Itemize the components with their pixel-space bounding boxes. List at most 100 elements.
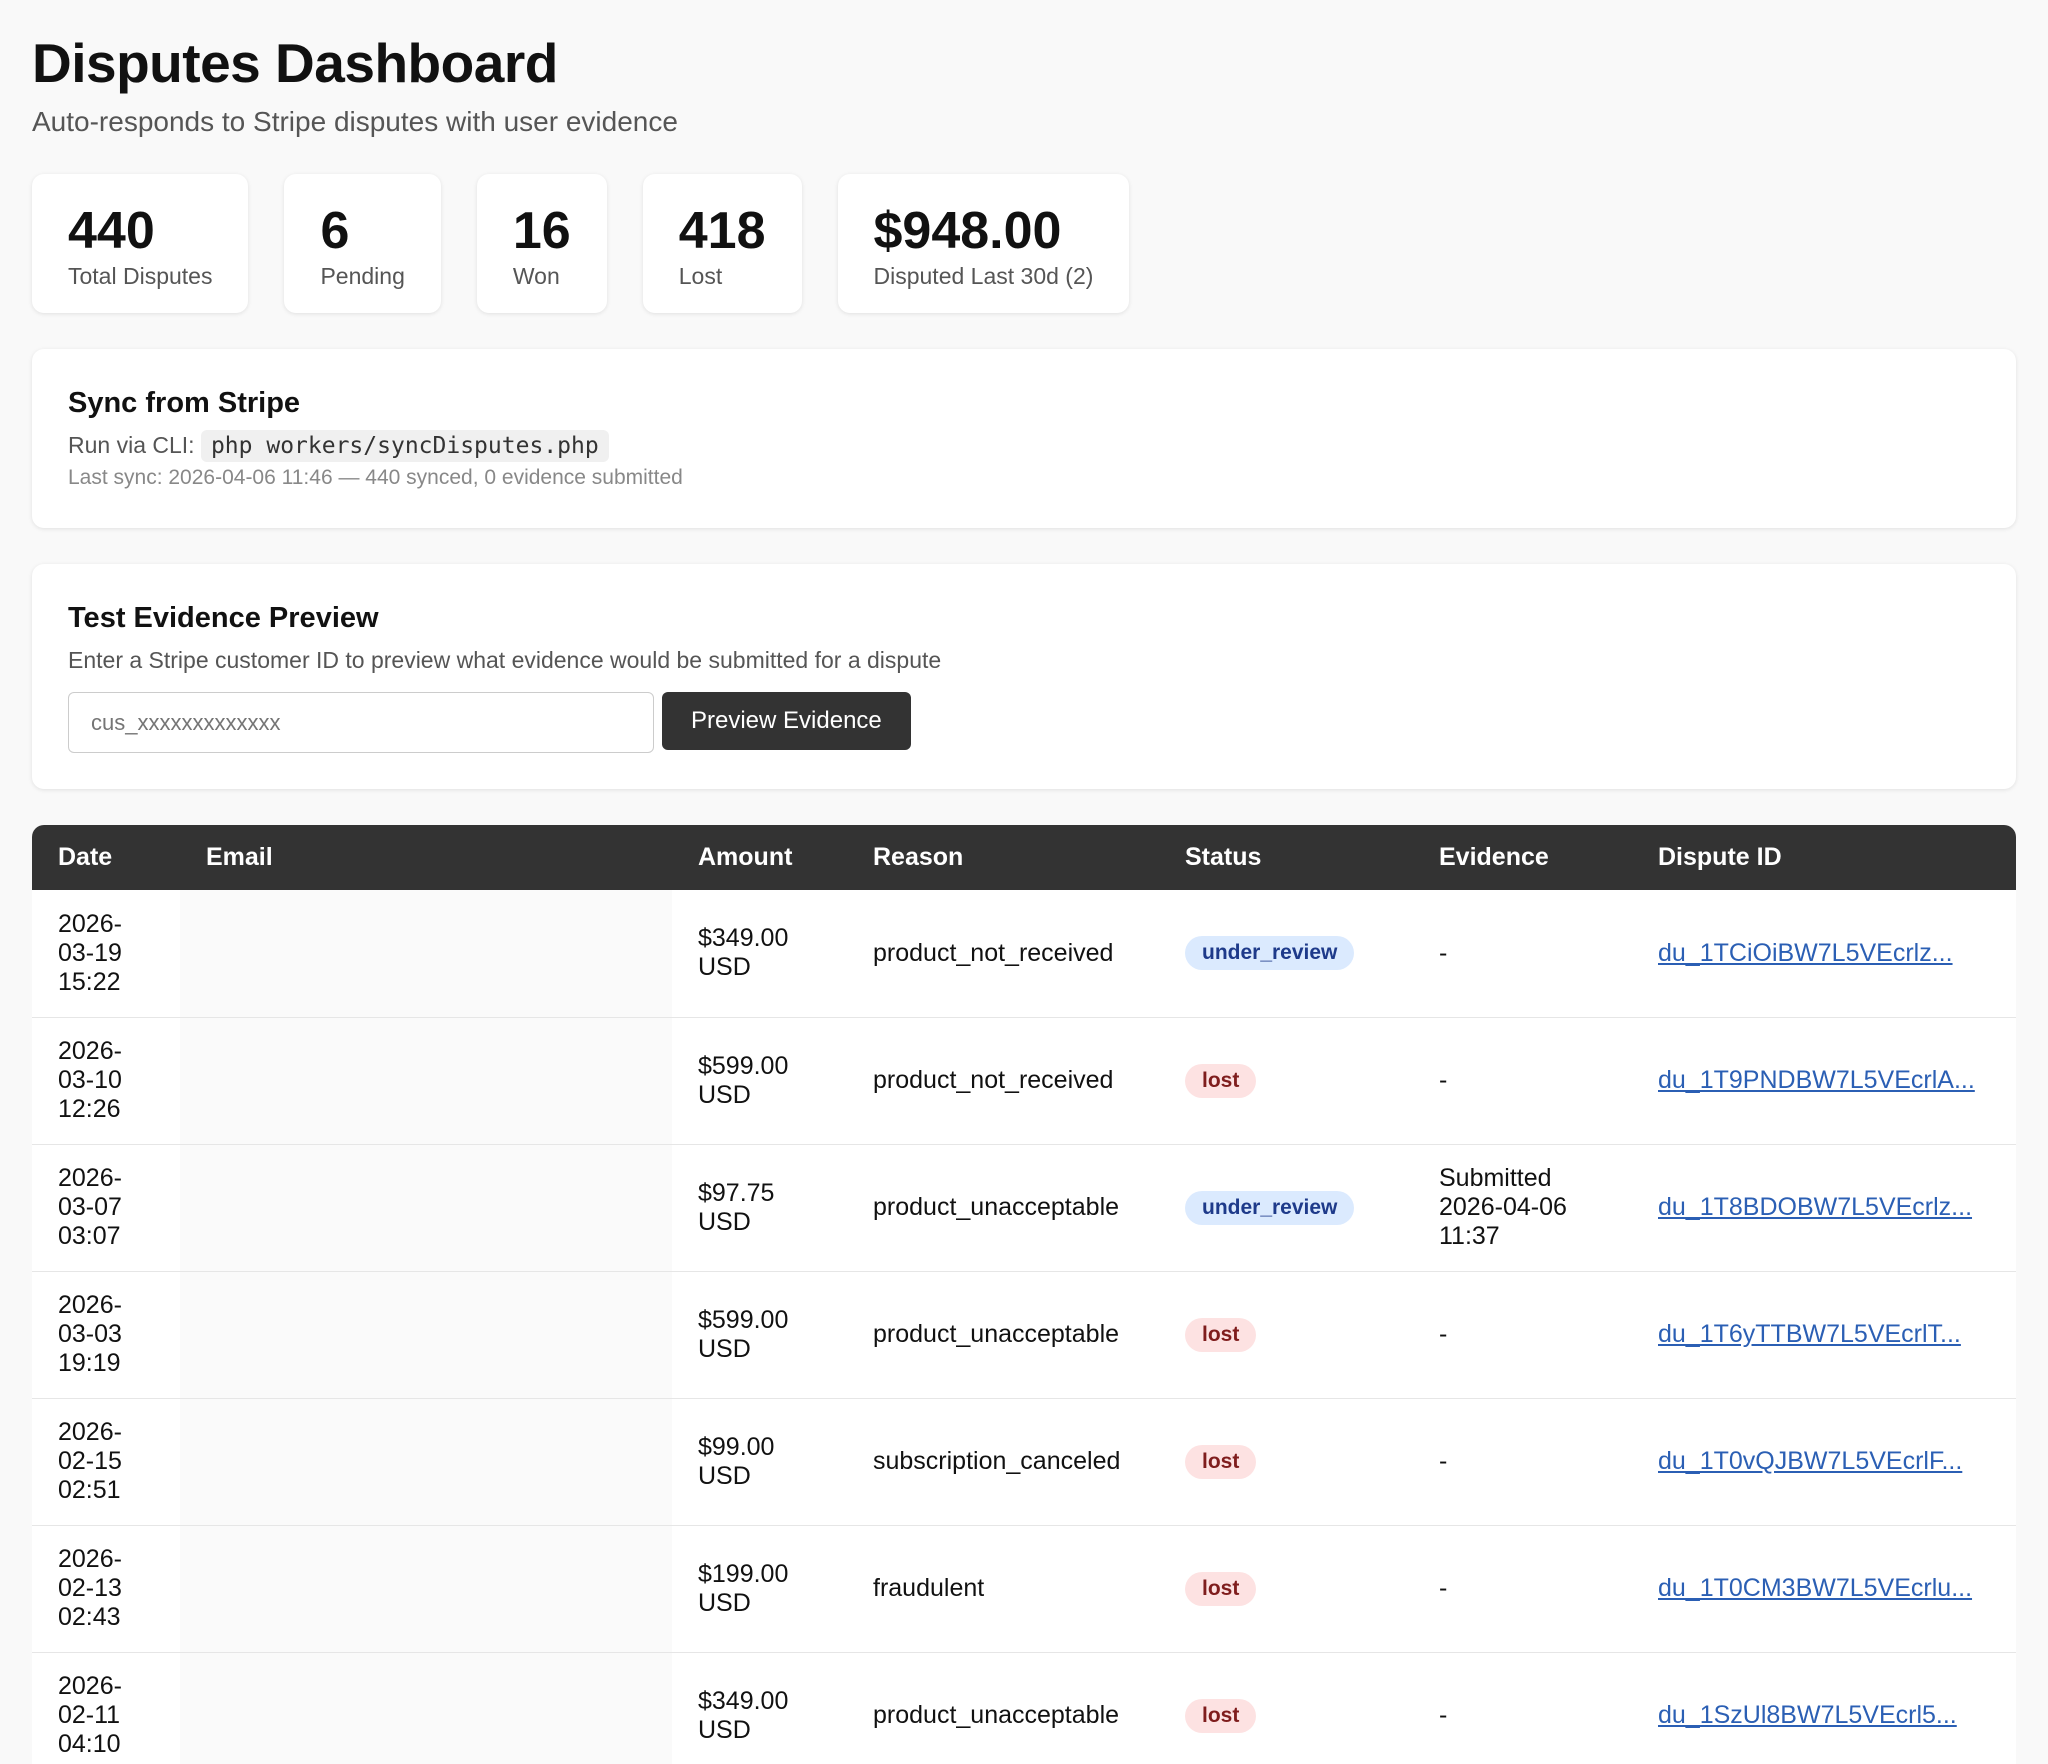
amount-line: $599.00 xyxy=(698,1051,789,1080)
amount-line: $99.00 xyxy=(698,1432,775,1461)
cell-reason: product_unacceptable xyxy=(847,1271,1159,1399)
evidence-line: - xyxy=(1439,1066,1448,1094)
cell-status: lost xyxy=(1159,1652,1413,1764)
page-title: Disputes Dashboard xyxy=(32,32,558,94)
table-row: 2026- 02-11 04:10 $349.00 USD product_unaccep… xyxy=(32,1652,2016,1764)
cell-date: 2026- 03-19 15:22 xyxy=(32,890,180,1018)
cell-reason: subscription_canceled xyxy=(847,1398,1159,1526)
amount-line: USD xyxy=(698,1207,751,1236)
column-header-date: Date xyxy=(58,843,113,871)
cell-date: 2026- 02-13 02:43 xyxy=(32,1525,180,1653)
cell-reason: product_not_received xyxy=(847,890,1159,1018)
status-badge: under_review xyxy=(1185,1190,1355,1225)
date-line: 2026- xyxy=(58,909,122,938)
cell-date: 2026- 02-15 02:51 xyxy=(32,1398,180,1526)
cell-amount: $349.00 USD xyxy=(672,890,847,1018)
table-row: 2026- 02-15 02:51 $99.00 USD subscription_can… xyxy=(32,1398,2016,1526)
evidence-line: - xyxy=(1439,1574,1448,1602)
cell-amount: $349.00 USD xyxy=(672,1652,847,1764)
date-line: 02-15 xyxy=(58,1447,122,1475)
date-line: 03-07 xyxy=(58,1193,122,1221)
amount-line: USD xyxy=(698,953,751,982)
cell-reason: product_unacceptable xyxy=(847,1144,1159,1272)
cell-dispute-id: du_1T0vQJBW7L5VEcrlF... xyxy=(1632,1398,2016,1526)
dispute-id-link[interactable]: du_1SzUl8BW7L5VEcrl5... xyxy=(1658,1701,1957,1729)
cell-email xyxy=(180,1271,672,1399)
stat-label: Disputed Last 30d (2) xyxy=(873,263,1094,289)
sync-title: Sync from Stripe xyxy=(68,387,301,419)
cell-amount: $599.00 USD xyxy=(672,1271,847,1399)
column-header-email: Email xyxy=(206,843,273,871)
dispute-id-link[interactable]: du_1T0vQJBW7L5VEcrlF... xyxy=(1658,1447,1962,1475)
amount-line: $349.00 xyxy=(698,924,789,953)
last-sync-text: Last sync: 2026-04-06 11:46 — 440 synced… xyxy=(68,466,683,489)
dispute-id-link[interactable]: du_1T9PNDBW7L5VEcrlA... xyxy=(1658,1066,1975,1094)
preview-description: Enter a Stripe customer ID to preview wh… xyxy=(68,647,942,673)
dispute-id-link[interactable]: du_1TCiOiBW7L5VEcrlz... xyxy=(1658,939,1953,967)
evidence-line: - xyxy=(1439,1701,1448,1729)
cell-amount: $97.75 USD xyxy=(672,1144,847,1272)
dispute-id-link[interactable]: du_1T6yTTBW7L5VEcrlT... xyxy=(1658,1320,1961,1348)
table-row: 2026- 03-03 19:19 $599.00 USD product_unaccep… xyxy=(32,1271,2016,1399)
cell-status: under_review xyxy=(1159,890,1413,1018)
cell-evidence: - xyxy=(1413,1017,1632,1145)
cell-evidence: - xyxy=(1413,890,1632,1018)
stat-value: 440 xyxy=(68,202,155,260)
table-row: 2026- 03-19 15:22 $349.00 USD product_not_rec… xyxy=(32,890,2016,1018)
stat-label: Won xyxy=(512,263,560,289)
amount-line: USD xyxy=(698,1588,751,1617)
cell-date: 2026- 03-03 19:19 xyxy=(32,1271,180,1399)
customer-id-input[interactable] xyxy=(68,692,654,753)
preview-evidence-button[interactable]: Preview Evidence xyxy=(662,692,911,750)
column-header-dispute-id: Dispute ID xyxy=(1658,843,1782,871)
amount-line: USD xyxy=(698,1715,751,1744)
dispute-id-link[interactable]: du_1T0CM3BW7L5VEcrlu... xyxy=(1658,1574,1972,1602)
preview-form: Preview Evidence xyxy=(68,692,1980,753)
cell-email xyxy=(180,1525,672,1653)
evidence-line: - xyxy=(1439,938,1448,967)
date-line: 02-11 xyxy=(58,1701,121,1729)
evidence-line: - xyxy=(1439,1320,1448,1348)
dispute-id-link[interactable]: du_1T8BDOBW7L5VEcrlz... xyxy=(1658,1193,1972,1221)
date-line: 02:43 xyxy=(58,1603,121,1631)
date-line: 03:07 xyxy=(58,1222,121,1250)
cell-evidence: - xyxy=(1413,1398,1632,1526)
column-header-amount: Amount xyxy=(698,843,793,871)
cell-dispute-id: du_1SzUl8BW7L5VEcrl5... xyxy=(1632,1652,2016,1764)
stat-label: Total Disputes xyxy=(68,263,213,289)
cell-date: 2026- 03-10 12:26 xyxy=(32,1017,180,1145)
status-badge: under_review xyxy=(1185,936,1355,971)
cell-dispute-id: du_1TCiOiBW7L5VEcrlz... xyxy=(1632,890,2016,1018)
table-row: 2026- 03-07 03:07 $97.75 USD product_unaccept… xyxy=(32,1144,2016,1272)
cell-amount: $199.00 USD xyxy=(672,1525,847,1653)
stats-row: 440 Total Disputes 6 Pending 16 Won 418 … xyxy=(32,174,2016,313)
date-line: 03-10 xyxy=(58,1066,122,1094)
cell-dispute-id: du_1T9PNDBW7L5VEcrlA... xyxy=(1632,1017,2016,1145)
evidence-line: 2026-04-06 xyxy=(1439,1193,1567,1221)
sync-cli-command: php workers/syncDisputes.php xyxy=(200,430,609,462)
date-line: 02:51 xyxy=(58,1476,121,1504)
cell-dispute-id: du_1T0CM3BW7L5VEcrlu... xyxy=(1632,1525,2016,1653)
stat-value: 418 xyxy=(678,202,766,260)
preview-title: Test Evidence Preview xyxy=(68,602,379,634)
date-line: 2026- xyxy=(58,1672,122,1700)
date-line: 2026- xyxy=(58,1418,122,1446)
evidence-preview-card: Test Evidence Preview Enter a Stripe cus… xyxy=(32,564,2016,789)
amount-line: USD xyxy=(698,1334,751,1363)
cell-status: lost xyxy=(1159,1525,1413,1653)
stat-label: Pending xyxy=(320,263,405,289)
amount-line: USD xyxy=(698,1080,751,1109)
stat-label: Lost xyxy=(678,263,723,289)
cell-email xyxy=(180,1398,672,1526)
cell-evidence: - xyxy=(1413,1271,1632,1399)
status-badge: lost xyxy=(1185,1063,1257,1098)
stat-value: $948.00 xyxy=(873,202,1062,260)
date-line: 03-03 xyxy=(58,1320,122,1348)
column-header-reason: Reason xyxy=(873,843,964,871)
cell-reason: fraudulent xyxy=(847,1525,1159,1653)
stat-total-disputes: 440 Total Disputes xyxy=(32,174,249,313)
date-line: 2026- xyxy=(58,1037,122,1065)
sync-card: Sync from Stripe Run via CLI: php worker… xyxy=(32,349,2016,528)
status-badge: lost xyxy=(1185,1698,1257,1733)
cell-evidence: - xyxy=(1413,1525,1632,1653)
